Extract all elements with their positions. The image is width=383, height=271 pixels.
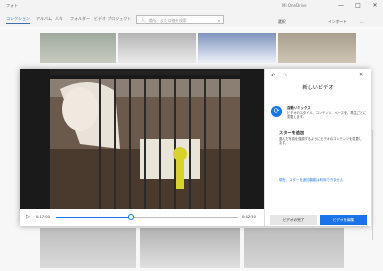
account-label[interactable]: Mi OneDrive — [282, 3, 307, 8]
playback-controls: ▷ 0:17:00 0:42:50 — [20, 209, 264, 226]
remix-description: ビデオのスタイル、コンテンツ、ペースを、再生ごとに変更します。 — [287, 111, 367, 119]
timeline-track — [372, 130, 373, 240]
remix-icon[interactable]: ⟳ — [271, 106, 282, 117]
tab-collection[interactable]: コレクション — [6, 16, 30, 24]
minimize-button[interactable]: — — [334, 1, 348, 11]
search-placeholder: 人、場所、または物を検索 — [141, 18, 187, 23]
panel-title: 新しいビデオ — [302, 85, 334, 91]
import-button[interactable]: インポート — [328, 19, 347, 25]
side-panel: ↶ ↷ ✕ 新しいビデオ ⟳ 自動リミックス ビデオのスタイル、コンテンツ、ペー… — [264, 69, 371, 226]
tab-video-projects[interactable]: ビデオ プロジェクト — [94, 16, 131, 22]
redo-icon[interactable]: ↷ — [283, 73, 287, 79]
current-time: 0:17:00 — [36, 215, 50, 219]
play-icon[interactable]: ▷ — [26, 214, 30, 220]
more-button[interactable]: … — [360, 19, 364, 24]
tab-folders[interactable]: フォルダー — [70, 16, 90, 22]
seek-progress — [56, 217, 131, 218]
app-title: フォト — [6, 3, 18, 8]
title-bar: フォト Mi OneDrive — □ ✕ — [0, 0, 383, 12]
select-button[interactable]: 選択 — [278, 19, 286, 25]
search-input[interactable]: 人、場所、または物を検索 ⌕ — [136, 15, 224, 24]
tab-albums[interactable]: アルバム — [36, 16, 52, 22]
finish-video-button[interactable]: ビデオの完了 — [270, 215, 317, 225]
new-video-dialog: ▷ 0:17:00 0:42:50 ↶ ↷ ✕ 新しいビデオ ⟳ 自動リミックス… — [20, 69, 371, 226]
edit-video-button[interactable]: ビデオを編集 — [320, 215, 367, 225]
seek-handle[interactable] — [127, 214, 134, 220]
close-icon[interactable]: ✕ — [359, 72, 363, 78]
maximize-button[interactable]: □ — [351, 1, 365, 11]
add-star-title: スターを追加 — [279, 130, 305, 135]
star-unavailable-link[interactable]: 現在、スターを追加機能は利用できません — [279, 177, 367, 182]
video-preview[interactable] — [20, 69, 264, 209]
close-button[interactable]: ✕ — [368, 1, 382, 11]
tab-people[interactable]: 人々 — [55, 16, 63, 22]
add-star-description: 選んだ写真を強調するようにビデオのコンテンツを変更します。 — [279, 137, 362, 145]
total-time: 0:42:50 — [242, 215, 256, 219]
undo-icon[interactable]: ↶ — [271, 73, 275, 79]
search-icon: ⌕ — [217, 18, 220, 23]
seek-track[interactable] — [56, 214, 238, 220]
remix-title: 自動リミックス — [287, 106, 311, 110]
video-frame — [20, 69, 264, 209]
